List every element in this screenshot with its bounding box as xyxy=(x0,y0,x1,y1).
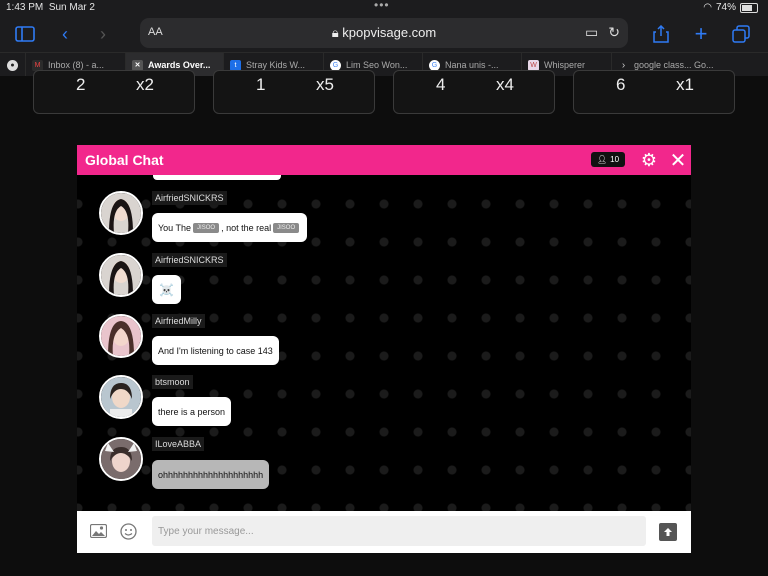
gear-icon[interactable]: ⚙︎ xyxy=(639,150,659,170)
stat-card: 1 x5 xyxy=(213,70,375,114)
tab-label: Stray Kids W... xyxy=(246,60,306,70)
previous-message-bubble xyxy=(153,175,281,180)
user-icon: 👤︎ xyxy=(596,155,608,164)
arrow-up-icon xyxy=(664,528,672,536)
message-composer xyxy=(77,511,691,553)
avatar[interactable] xyxy=(99,437,143,481)
url-label: kpopvisage.com xyxy=(342,25,437,40)
message-username[interactable]: AirfriedSNICKRS xyxy=(152,253,227,267)
close-tab-icon[interactable]: ✕ xyxy=(132,59,143,71)
message-text: You The xyxy=(158,222,192,233)
battery-icon xyxy=(740,2,758,13)
forward-icon[interactable]: › xyxy=(90,21,116,47)
stat-multiplier: x4 xyxy=(496,75,514,94)
status-bar: 1:43 PM Sun Mar 2 ••• ◠ 74% xyxy=(0,0,768,16)
whisperer-icon: W xyxy=(528,59,539,71)
global-chat-panel: Global Chat 👤︎ 10 ⚙︎ ✕ AirfriedSNICKRS Y… xyxy=(77,145,691,553)
stat-value: 4 xyxy=(436,75,446,94)
message-username[interactable]: ILoveABBA xyxy=(152,437,205,451)
chat-header: Global Chat 👤︎ 10 ⚙︎ ✕ xyxy=(77,145,691,175)
battery-percent: 74% xyxy=(715,2,736,13)
stat-value: 1 xyxy=(256,75,266,94)
stat-card: 4 x4 xyxy=(393,70,555,114)
status-time-date: 1:43 PM Sun Mar 2 xyxy=(6,2,95,13)
member-tag: JISOO xyxy=(273,222,300,233)
extension-icon[interactable]: ▭ xyxy=(585,24,598,41)
user-count: 10 xyxy=(610,155,620,164)
tab-overview-icon[interactable] xyxy=(728,21,754,47)
avatar[interactable] xyxy=(99,191,143,235)
message-bubble: ohhhhhhhhhhhhhhhhhhhh xyxy=(152,460,270,489)
message-bubble: You The JISOO , not the real JISOO xyxy=(152,213,308,242)
member-tag: JISOO xyxy=(193,222,220,233)
message-text: there is a person xyxy=(158,406,226,417)
tab-label: Awards Over... xyxy=(148,60,211,70)
online-users-badge[interactable]: 👤︎ 10 xyxy=(591,152,625,167)
tumblr-icon: t xyxy=(230,59,241,71)
sidebar-toggle-icon[interactable] xyxy=(12,21,38,47)
message-text: ☠️ xyxy=(159,282,174,297)
address-bar[interactable]: AA 🔒︎ kpopvisage.com ▭ ↻ xyxy=(140,18,628,48)
page-content: 2 x2 1 x5 4 x4 6 x1 Global Chat 👤︎ 10 ⚙︎… xyxy=(0,70,768,576)
stat-multiplier: x5 xyxy=(316,75,334,94)
message-username[interactable]: btsmoon xyxy=(152,375,193,389)
message-list[interactable]: AirfriedSNICKRS You The JISOO , not the … xyxy=(77,175,691,511)
emoji-icon[interactable] xyxy=(120,523,137,540)
reload-icon[interactable]: ↻ xyxy=(608,24,620,41)
message-text: ohhhhhhhhhhhhhhhhhhhh xyxy=(158,469,264,480)
tab-label: Nana unis -... xyxy=(445,60,499,70)
url-text: 🔒︎ kpopvisage.com xyxy=(140,25,628,41)
chat-title: Global Chat xyxy=(85,152,164,168)
tab-group-icon[interactable]: ● xyxy=(0,53,26,77)
avatar[interactable] xyxy=(99,253,143,297)
message-text: And I'm listening to case 143 xyxy=(158,345,273,356)
message-username[interactable]: AirfriedSNICKRS xyxy=(152,191,227,205)
status-right: ◠ 74% xyxy=(703,2,758,13)
message-bubble: And I'm listening to case 143 xyxy=(152,336,279,365)
avatar[interactable] xyxy=(99,314,143,358)
stat-multiplier: x2 xyxy=(136,75,154,94)
image-upload-icon[interactable] xyxy=(89,523,108,539)
stat-card: 6 x1 xyxy=(573,70,735,114)
message-input[interactable] xyxy=(152,516,646,546)
lock-icon: 🔒︎ xyxy=(331,25,339,40)
tab-label: Whisperer xyxy=(544,60,586,70)
status-date: Sun Mar 2 xyxy=(48,2,95,13)
send-button[interactable] xyxy=(659,523,677,541)
google-icon: G xyxy=(330,59,341,71)
tab-group-logo-icon: ● xyxy=(7,59,18,71)
stat-card: 2 x2 xyxy=(33,70,195,114)
stat-multiplier: x1 xyxy=(676,75,694,94)
gmail-icon: M xyxy=(32,59,43,71)
address-actions: ▭ ↻ xyxy=(585,24,620,41)
close-icon[interactable]: ✕ xyxy=(668,150,688,172)
chevron-right-icon: › xyxy=(618,59,629,71)
multitasking-dots-icon[interactable]: ••• xyxy=(374,0,390,12)
avatar[interactable] xyxy=(99,375,143,419)
google-icon: G xyxy=(429,59,440,71)
message-bubble: there is a person xyxy=(152,397,232,426)
share-icon[interactable] xyxy=(648,21,674,47)
status-time: 1:43 PM xyxy=(6,2,44,13)
tab-label: Inbox (8) - a... xyxy=(48,60,105,70)
message-bubble: ☠️ xyxy=(152,275,181,304)
wifi-icon: ◠ xyxy=(703,2,712,13)
back-icon[interactable]: ‹ xyxy=(52,21,78,47)
tab-label: google class... Go... xyxy=(634,60,714,70)
new-tab-icon[interactable]: + xyxy=(688,21,714,47)
stat-value: 2 xyxy=(76,75,86,94)
message-username[interactable]: AirfriedMilly xyxy=(152,314,205,328)
browser-toolbar: ‹ › AA 🔒︎ kpopvisage.com ▭ ↻ + xyxy=(0,16,768,52)
message-text: , not the real xyxy=(221,222,272,233)
stat-value: 6 xyxy=(616,75,626,94)
tab-label: Lim Seo Won... xyxy=(346,60,408,70)
